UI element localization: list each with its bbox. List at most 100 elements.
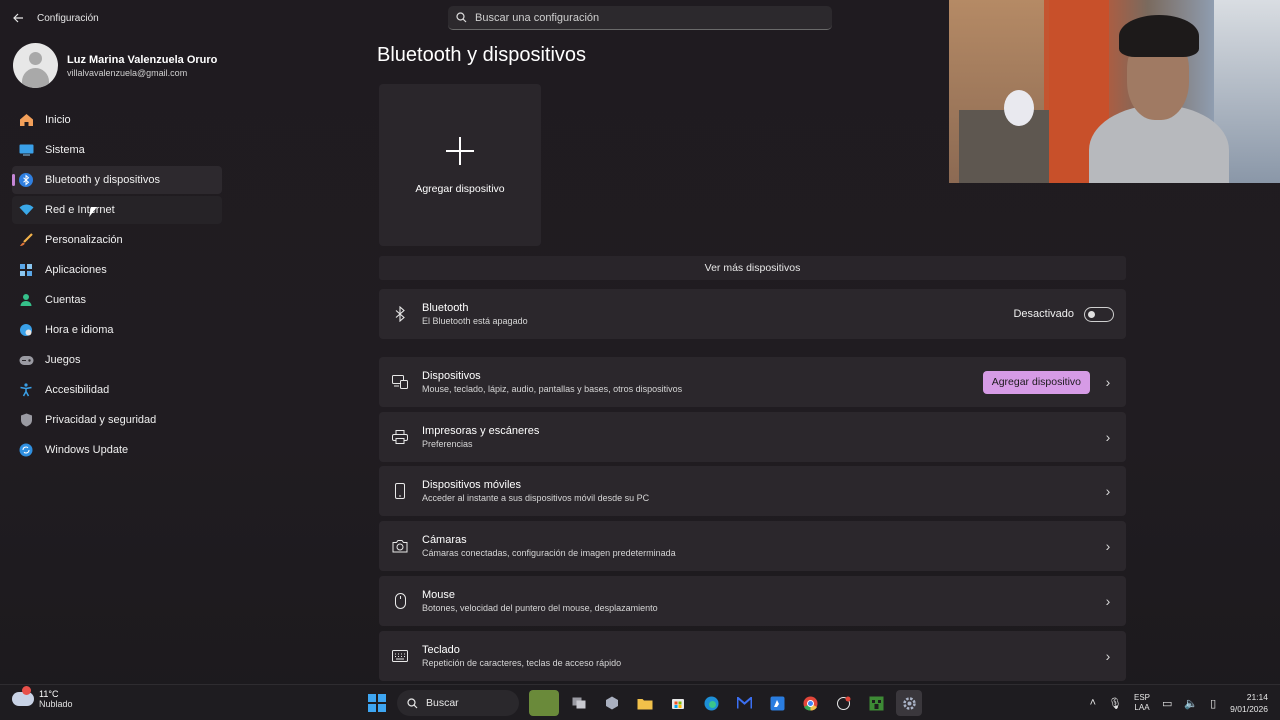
bluetooth-toggle-label: Desactivado bbox=[1013, 308, 1074, 320]
recorder-icon[interactable] bbox=[830, 690, 856, 716]
sidebar-item-accesibilidad[interactable]: Accesibilidad bbox=[12, 376, 222, 404]
windows-logo-icon bbox=[368, 694, 386, 712]
microphone-icon[interactable]: 🎙 bbox=[1108, 697, 1122, 710]
add-device-label: Agregar dispositivo bbox=[415, 183, 505, 195]
add-device-button[interactable]: Agregar dispositivo bbox=[982, 370, 1090, 394]
page-title: Bluetooth y dispositivos bbox=[377, 44, 587, 66]
bluetooth-subtitle: El Bluetooth está apagado bbox=[422, 316, 528, 326]
gamepad-icon bbox=[18, 352, 34, 368]
start-button[interactable] bbox=[364, 690, 390, 716]
printers-subtitle: Preferencias bbox=[422, 439, 473, 449]
app-title: Configuración bbox=[37, 12, 99, 24]
mail-app-icon[interactable] bbox=[731, 690, 757, 716]
cameras-subtitle: Cámaras conectadas, configuración de ima… bbox=[422, 548, 676, 558]
keyboard-title: Teclado bbox=[422, 644, 460, 656]
sidebar-nav: Inicio Sistema Bluetooth y dispositivos … bbox=[12, 106, 222, 466]
chevron-right-icon: › bbox=[1105, 593, 1111, 609]
lang-line1: ESP bbox=[1133, 693, 1150, 702]
azure-icon[interactable] bbox=[764, 690, 790, 716]
store-icon[interactable] bbox=[665, 690, 691, 716]
sidebar-item-label: Cuentas bbox=[45, 294, 86, 306]
sidebar-item-hora[interactable]: Hora e idioma bbox=[12, 316, 222, 344]
settings-search-input[interactable]: Buscar una configuración bbox=[448, 6, 832, 30]
cloud-icon bbox=[12, 686, 34, 706]
chevron-right-icon: › bbox=[1105, 429, 1111, 445]
weather-widget[interactable]: 11°C Nublado bbox=[12, 686, 73, 709]
sidebar-item-label: Sistema bbox=[45, 144, 85, 156]
devices-subtitle: Mouse, teclado, lápiz, audio, pantallas … bbox=[422, 384, 683, 394]
shield-icon bbox=[18, 412, 34, 428]
keyboard-subtitle: Repetición de caracteres, teclas de acce… bbox=[422, 658, 622, 668]
sidebar-item-label: Windows Update bbox=[45, 444, 129, 456]
settings-app-icon[interactable] bbox=[896, 690, 922, 716]
sidebar-item-red[interactable]: Red e Internet bbox=[12, 196, 222, 224]
weather-desc: Nublado bbox=[39, 699, 73, 709]
sidebar-item-label: Aplicaciones bbox=[45, 264, 107, 276]
sidebar-item-cuentas[interactable]: Cuentas bbox=[12, 286, 222, 314]
clock[interactable]: 21:14 9/01/2026 bbox=[1230, 691, 1268, 715]
sidebar-item-label: Hora e idioma bbox=[45, 324, 114, 336]
devices-row[interactable]: Dispositivos Mouse, teclado, lápiz, audi… bbox=[379, 357, 1126, 407]
sidebar-item-label: Bluetooth y dispositivos bbox=[45, 174, 160, 186]
cameras-row[interactable]: Cámaras Cámaras conectadas, configuració… bbox=[379, 521, 1126, 571]
globe-icon bbox=[18, 322, 34, 338]
back-button[interactable] bbox=[0, 0, 36, 36]
widgets-icon[interactable] bbox=[529, 690, 559, 716]
sidebar-item-aplicaciones[interactable]: Aplicaciones bbox=[12, 256, 222, 284]
search-icon bbox=[407, 697, 418, 708]
file-explorer-icon[interactable] bbox=[632, 690, 658, 716]
lang-line2: LAA bbox=[1134, 703, 1150, 712]
chevron-right-icon: › bbox=[1105, 374, 1111, 390]
language-indicator[interactable]: ESP LAA bbox=[1134, 693, 1150, 713]
sidebar-item-privacidad[interactable]: Privacidad y seguridad bbox=[12, 406, 222, 434]
sidebar-item-inicio[interactable]: Inicio bbox=[12, 106, 222, 134]
profile-email: villalvavalenzuela@gmail.com bbox=[67, 67, 188, 78]
sidebar-item-juegos[interactable]: Juegos bbox=[12, 346, 222, 374]
battery-icon[interactable]: ▯ bbox=[1210, 697, 1216, 710]
devices-icon bbox=[379, 375, 421, 389]
add-device-tile[interactable]: Agregar dispositivo bbox=[379, 84, 541, 246]
weather-temp: 11°C bbox=[39, 689, 59, 699]
wifi-icon bbox=[18, 202, 34, 218]
more-devices-button[interactable]: Ver más dispositivos bbox=[379, 256, 1126, 280]
network-icon[interactable]: ▭ bbox=[1162, 697, 1172, 710]
bluetooth-toggle[interactable] bbox=[1084, 306, 1114, 322]
brush-icon bbox=[18, 232, 34, 248]
taskbar-search-label: Buscar bbox=[426, 697, 459, 709]
system-icon bbox=[18, 142, 34, 158]
edge-icon[interactable] bbox=[698, 690, 724, 716]
more-devices-label: Ver más dispositivos bbox=[704, 262, 801, 274]
copilot-icon[interactable] bbox=[599, 690, 625, 716]
printers-title: Impresoras y escáneres bbox=[422, 425, 540, 437]
mobile-devices-title: Dispositivos móviles bbox=[422, 479, 522, 491]
keyboard-row[interactable]: Teclado Repetición de caracteres, teclas… bbox=[379, 631, 1126, 681]
sidebar-item-label: Privacidad y seguridad bbox=[45, 414, 157, 426]
chevron-up-icon[interactable]: ˄ bbox=[1090, 697, 1096, 709]
taskbar: 11°C Nublado Buscar ˄ 🎙 ESP LAA ▭ 🔈 ▯ 21… bbox=[0, 684, 1280, 720]
clock-time: 21:14 bbox=[1246, 692, 1268, 702]
sidebar-item-windows-update[interactable]: Windows Update bbox=[12, 436, 222, 464]
mouse-row[interactable]: Mouse Botones, velocidad del puntero del… bbox=[379, 576, 1126, 626]
sidebar-item-label: Red e Internet bbox=[45, 204, 115, 216]
printers-row[interactable]: Impresoras y escáneres Preferencias › bbox=[379, 412, 1126, 462]
search-icon bbox=[456, 12, 467, 23]
search-placeholder: Buscar una configuración bbox=[475, 11, 600, 24]
volume-icon[interactable]: 🔈 bbox=[1184, 697, 1198, 710]
chevron-right-icon: › bbox=[1105, 483, 1111, 499]
sidebar-item-bluetooth[interactable]: Bluetooth y dispositivos bbox=[12, 166, 222, 194]
sidebar-item-sistema[interactable]: Sistema bbox=[12, 136, 222, 164]
chrome-icon[interactable] bbox=[797, 690, 823, 716]
sidebar-item-personalizacion[interactable]: Personalización bbox=[12, 226, 222, 254]
mobile-devices-row[interactable]: Dispositivos móviles Acceder al instante… bbox=[379, 466, 1126, 516]
minecraft-icon[interactable] bbox=[863, 690, 889, 716]
user-profile[interactable]: Luz Marina Valenzuela Oruro villalvavale… bbox=[13, 43, 217, 88]
bluetooth-icon bbox=[18, 172, 34, 188]
back-arrow-icon bbox=[13, 13, 23, 23]
taskbar-search[interactable]: Buscar bbox=[397, 690, 519, 716]
phone-icon bbox=[379, 483, 421, 499]
update-icon bbox=[18, 442, 34, 458]
printer-icon bbox=[379, 430, 421, 444]
sidebar-item-label: Juegos bbox=[45, 354, 81, 366]
mouse-subtitle: Botones, velocidad del puntero del mouse… bbox=[422, 603, 658, 613]
task-view-icon[interactable] bbox=[566, 690, 592, 716]
